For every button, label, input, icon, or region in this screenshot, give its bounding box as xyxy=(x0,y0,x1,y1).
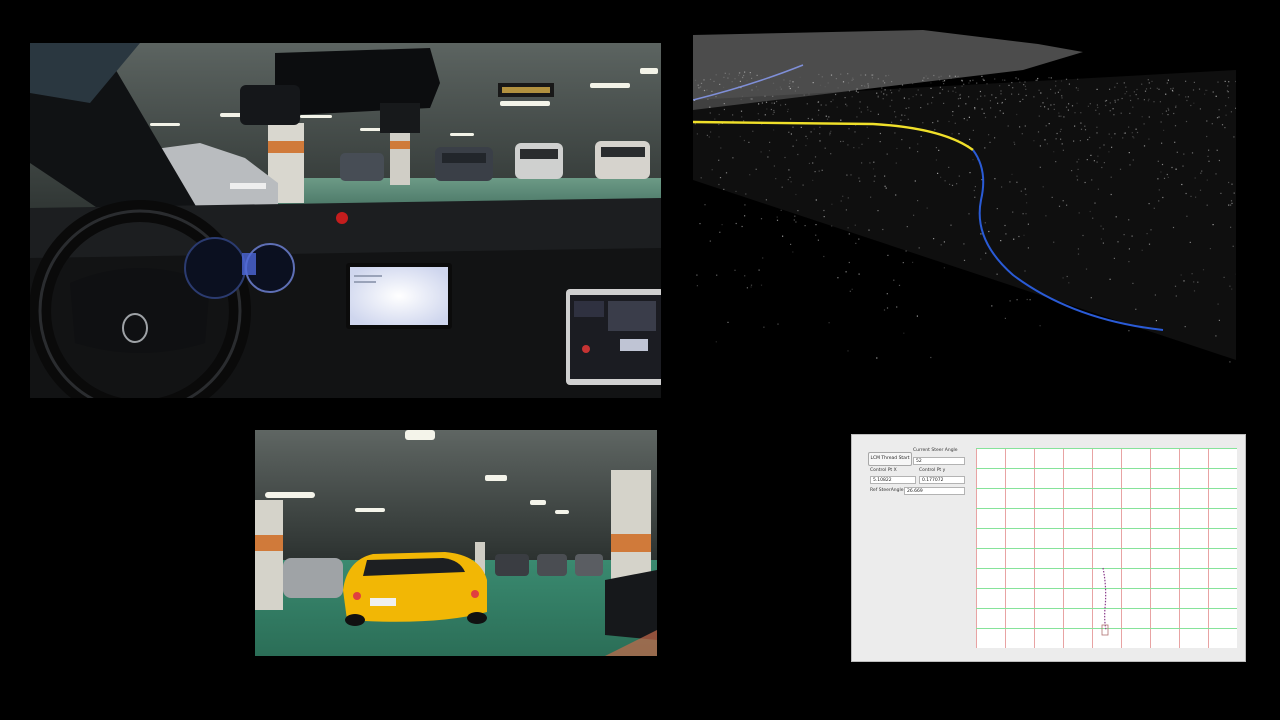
trajectory-plot xyxy=(976,448,1238,649)
exterior-scene xyxy=(255,430,657,656)
planned-trajectory xyxy=(1102,567,1107,631)
ref-steer-angle-label: Ref SteerAngle xyxy=(870,488,904,493)
trajectory-grid xyxy=(976,448,1238,649)
ref-steer-angle-field[interactable]: 26.669 xyxy=(904,487,965,495)
dash-warning-light xyxy=(336,212,348,224)
exterior-camera-view xyxy=(255,430,657,656)
current-steer-angle-label: Current Steer Angle xyxy=(913,448,958,453)
steering-control-window: LCM Thread Start Current Steer Angle 52 … xyxy=(851,434,1246,662)
lidar-scene xyxy=(693,30,1236,363)
lidar-pointcloud-view xyxy=(693,30,1236,415)
control-pt-x-label: Control Pt X xyxy=(870,468,897,473)
cabin-camera-view xyxy=(30,43,661,398)
control-pt-y-field[interactable]: 0.177072 xyxy=(919,476,965,484)
tablet-display xyxy=(566,289,661,385)
yellow-taxi xyxy=(343,552,487,626)
lcm-thread-start-button[interactable]: LCM Thread Start xyxy=(868,452,912,466)
cabin-scene xyxy=(30,43,661,398)
current-steer-angle-field[interactable]: 52 xyxy=(913,457,965,465)
grid-lines xyxy=(976,448,1238,649)
control-pt-y-label: Control Pt y xyxy=(919,468,946,473)
vehicle-marker xyxy=(1101,624,1109,636)
lidar-ground-cloud xyxy=(693,70,1236,360)
control-pt-x-field[interactable]: 5.10822 xyxy=(870,476,916,484)
center-screen xyxy=(346,263,452,329)
